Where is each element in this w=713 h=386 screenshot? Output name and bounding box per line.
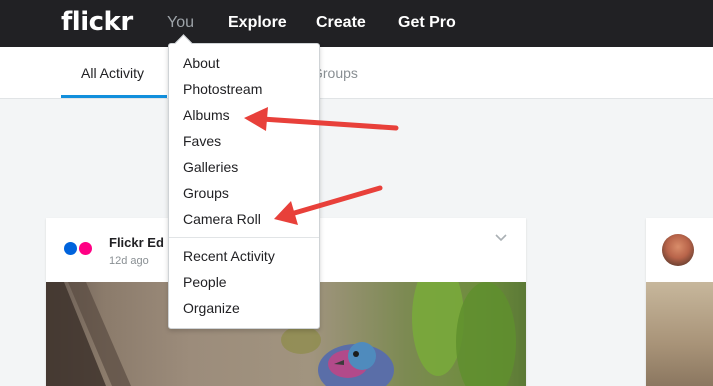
menu-item-recent-activity[interactable]: Recent Activity — [183, 248, 275, 264]
card-photo[interactable] — [646, 282, 713, 386]
card-timestamp: 12d ago — [109, 255, 149, 267]
avatar[interactable] — [662, 234, 694, 266]
you-dropdown-menu: About Photostream Albums Faves Galleries… — [168, 34, 320, 329]
activity-subnav: All Activity Groups — [0, 47, 713, 99]
menu-item-camera-roll[interactable]: Camera Roll — [183, 211, 261, 227]
menu-divider — [169, 237, 319, 238]
flickr-blue-dot-icon — [64, 242, 77, 255]
menu-item-groups[interactable]: Groups — [183, 185, 229, 201]
tab-all-activity[interactable]: All Activity — [81, 65, 144, 81]
active-tab-indicator — [61, 95, 167, 98]
menu-item-organize[interactable]: Organize — [183, 300, 240, 316]
nav-you[interactable]: You — [167, 14, 194, 32]
chevron-down-icon[interactable] — [494, 231, 508, 246]
nav-create[interactable]: Create — [316, 14, 366, 32]
top-navigation-bar: flickr You Explore Create Get Pro — [0, 0, 713, 47]
flickr-logo[interactable]: flickr — [61, 7, 133, 37]
menu-item-albums[interactable]: Albums — [183, 107, 230, 123]
card-author-name[interactable]: Flickr Ed — [109, 235, 164, 250]
menu-item-about[interactable]: About — [183, 55, 220, 71]
menu-item-people[interactable]: People — [183, 274, 227, 290]
activity-card — [646, 218, 713, 386]
nav-get-pro[interactable]: Get Pro — [398, 14, 456, 32]
flickr-pink-dot-icon — [79, 242, 92, 255]
menu-item-galleries[interactable]: Galleries — [183, 159, 238, 175]
menu-item-photostream[interactable]: Photostream — [183, 81, 262, 97]
nav-explore[interactable]: Explore — [228, 14, 287, 32]
menu-item-faves[interactable]: Faves — [183, 133, 221, 149]
